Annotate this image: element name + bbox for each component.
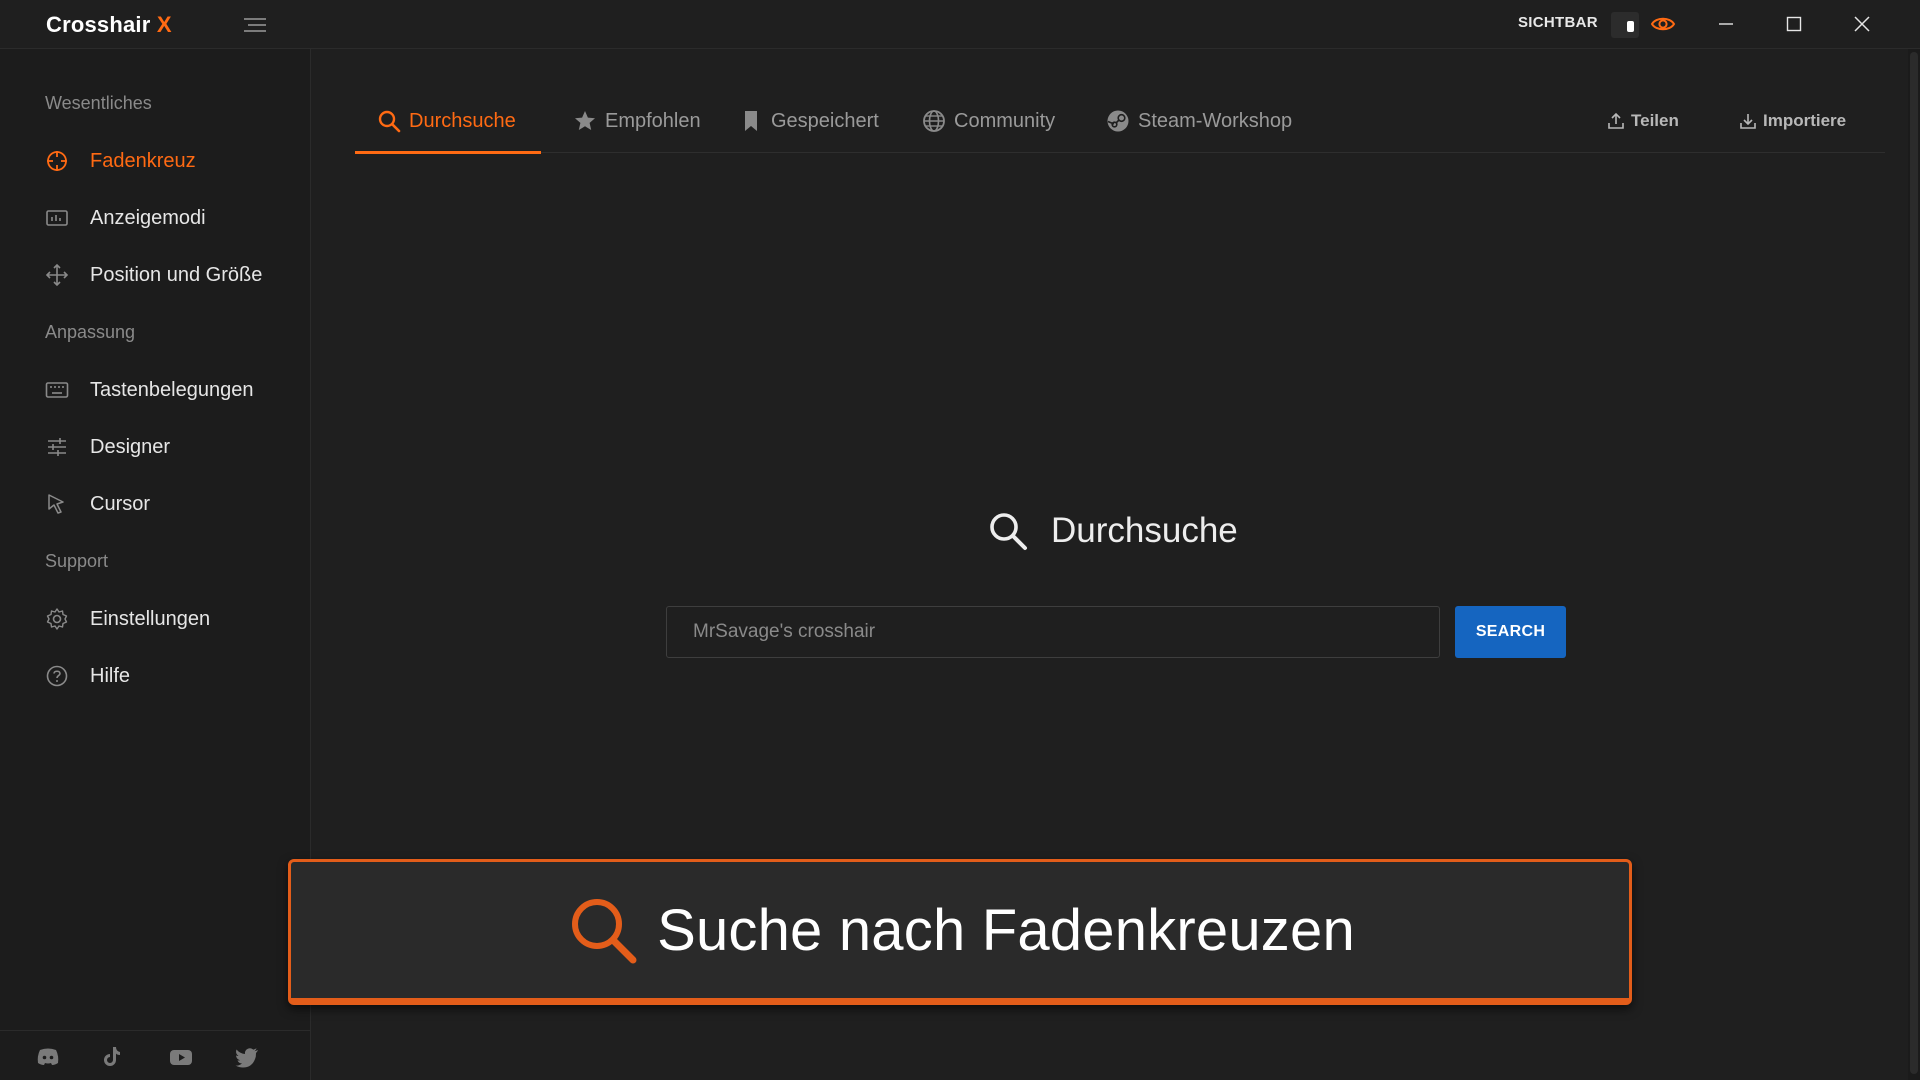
tab-label: Steam-Workshop bbox=[1138, 109, 1293, 132]
section-title-essentials: Wesentliches bbox=[45, 93, 152, 113]
tab-bar: Durchsuche Empfohlen Gespeichert Communi… bbox=[355, 89, 1885, 154]
sidebar-item-position-size[interactable]: Position und Größe bbox=[44, 255, 294, 295]
tiktok-icon[interactable] bbox=[100, 1045, 126, 1069]
sidebar-item-label: Position und Größe bbox=[90, 263, 263, 286]
sidebar-item-settings[interactable]: Einstellungen bbox=[44, 599, 294, 639]
social-links bbox=[0, 1030, 311, 1080]
eye-icon[interactable] bbox=[1650, 13, 1676, 35]
search-icon bbox=[572, 899, 637, 964]
sidebar-item-label: Einstellungen bbox=[90, 607, 211, 630]
tab-label: Durchsuche bbox=[409, 109, 516, 132]
globe-icon bbox=[923, 110, 945, 132]
title-bar: Crosshair X SICHTBAR bbox=[0, 0, 1920, 49]
maximize-icon bbox=[1786, 16, 1802, 32]
close-icon bbox=[1854, 16, 1870, 32]
banner-text: Suche nach Fadenkreuzen bbox=[657, 897, 1355, 963]
brand-name: Crosshair bbox=[46, 12, 151, 37]
sidebar: Wesentliches Fadenkreuz Anzeigemodi Posi… bbox=[0, 49, 311, 1080]
search-button[interactable]: SEARCH bbox=[1455, 606, 1566, 658]
gear-icon bbox=[44, 606, 70, 632]
cursor-icon bbox=[44, 491, 70, 517]
section-title-support: Support bbox=[45, 551, 109, 571]
tab-label: Empfohlen bbox=[605, 109, 701, 132]
tab-community[interactable]: Community bbox=[922, 89, 1055, 153]
tab-browse[interactable]: Durchsuche bbox=[355, 89, 541, 154]
browse-heading: Durchsuche bbox=[987, 510, 1238, 552]
brand-x: X bbox=[156, 12, 172, 37]
sidebar-item-crosshair[interactable]: Fadenkreuz bbox=[44, 141, 294, 181]
help-icon bbox=[44, 663, 70, 689]
browse-title: Durchsuche bbox=[1051, 511, 1238, 550]
search-input[interactable] bbox=[666, 606, 1440, 658]
minimize-button[interactable] bbox=[1692, 0, 1760, 48]
tab-steam-workshop[interactable]: Steam-Workshop bbox=[1106, 89, 1292, 153]
sidebar-item-label: Designer bbox=[90, 435, 171, 458]
tab-featured[interactable]: Empfohlen bbox=[573, 89, 701, 153]
tab-label: Community bbox=[954, 109, 1056, 132]
scrollbar-thumb[interactable] bbox=[1910, 52, 1918, 1074]
sidebar-item-keybindings[interactable]: Tastenbelegungen bbox=[44, 370, 294, 410]
sliders-icon bbox=[44, 434, 70, 460]
tab-saved[interactable]: Gespeichert bbox=[739, 89, 879, 153]
search-icon bbox=[378, 110, 401, 133]
visibility-toggle[interactable] bbox=[1611, 12, 1639, 38]
keyboard-icon bbox=[44, 377, 70, 403]
sidebar-item-label: Fadenkreuz bbox=[90, 149, 196, 172]
sidebar-item-label: Tastenbelegungen bbox=[90, 378, 254, 401]
sidebar-item-label: Hilfe bbox=[90, 664, 131, 687]
crosshair-icon bbox=[44, 148, 70, 174]
search-icon bbox=[990, 513, 1027, 550]
sidebar-item-label: Anzeigemodi bbox=[90, 206, 206, 229]
sidebar-item-display-modes[interactable]: Anzeigemodi bbox=[44, 198, 294, 238]
hamburger-menu-icon[interactable] bbox=[240, 14, 270, 36]
youtube-icon[interactable] bbox=[168, 1045, 194, 1069]
sidebar-item-help[interactable]: Hilfe bbox=[44, 656, 294, 696]
caption-banner: Suche nach Fadenkreuzen bbox=[288, 859, 1632, 1005]
bookmark-icon bbox=[745, 111, 757, 131]
minimize-icon bbox=[1719, 23, 1733, 25]
import-label: Importiere bbox=[1763, 111, 1847, 130]
steam-icon bbox=[1107, 110, 1129, 132]
maximize-button[interactable] bbox=[1760, 0, 1828, 48]
move-icon bbox=[44, 262, 70, 288]
visible-label: SICHTBAR bbox=[1518, 14, 1598, 31]
sidebar-item-label: Cursor bbox=[90, 492, 151, 515]
discord-icon[interactable] bbox=[35, 1045, 61, 1069]
section-title-customization: Anpassung bbox=[45, 322, 136, 342]
app-logo: Crosshair X bbox=[46, 12, 172, 38]
toggle-knob bbox=[1627, 21, 1634, 32]
display-modes-icon bbox=[44, 205, 70, 231]
twitter-icon[interactable] bbox=[234, 1045, 260, 1069]
sidebar-item-cursor[interactable]: Cursor bbox=[44, 484, 294, 524]
star-icon bbox=[575, 111, 595, 130]
share-label: Teilen bbox=[1631, 111, 1679, 130]
share-button[interactable]: Teilen bbox=[1607, 89, 1679, 153]
tab-label: Gespeichert bbox=[771, 109, 879, 132]
download-icon bbox=[1740, 114, 1756, 129]
import-button[interactable]: Importiere bbox=[1739, 89, 1846, 153]
sidebar-item-designer[interactable]: Designer bbox=[44, 427, 294, 467]
close-button[interactable] bbox=[1828, 0, 1896, 48]
upload-icon bbox=[1608, 112, 1624, 129]
